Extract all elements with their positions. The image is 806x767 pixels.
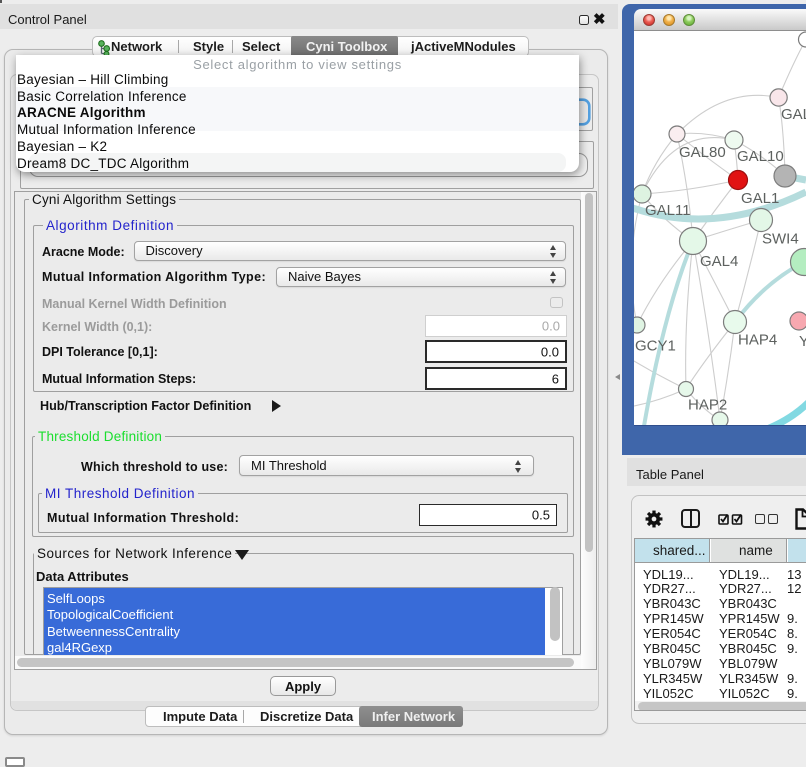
svg-text:SWI4: SWI4 [762, 231, 799, 248]
svg-text:HAP2: HAP2 [688, 397, 727, 414]
svg-text:GCY1: GCY1 [635, 338, 676, 355]
svg-text:GAL1: GAL1 [741, 190, 779, 207]
svg-text:Y: Y [799, 333, 806, 350]
svg-text:GAL2: GAL2 [781, 106, 806, 123]
svg-text:GAL11: GAL11 [645, 202, 691, 219]
svg-text:GAL10: GAL10 [737, 148, 784, 165]
svg-text:GAL80: GAL80 [679, 144, 726, 161]
svg-text:HAP4: HAP4 [738, 332, 777, 349]
svg-text:GAL4: GAL4 [700, 253, 738, 270]
